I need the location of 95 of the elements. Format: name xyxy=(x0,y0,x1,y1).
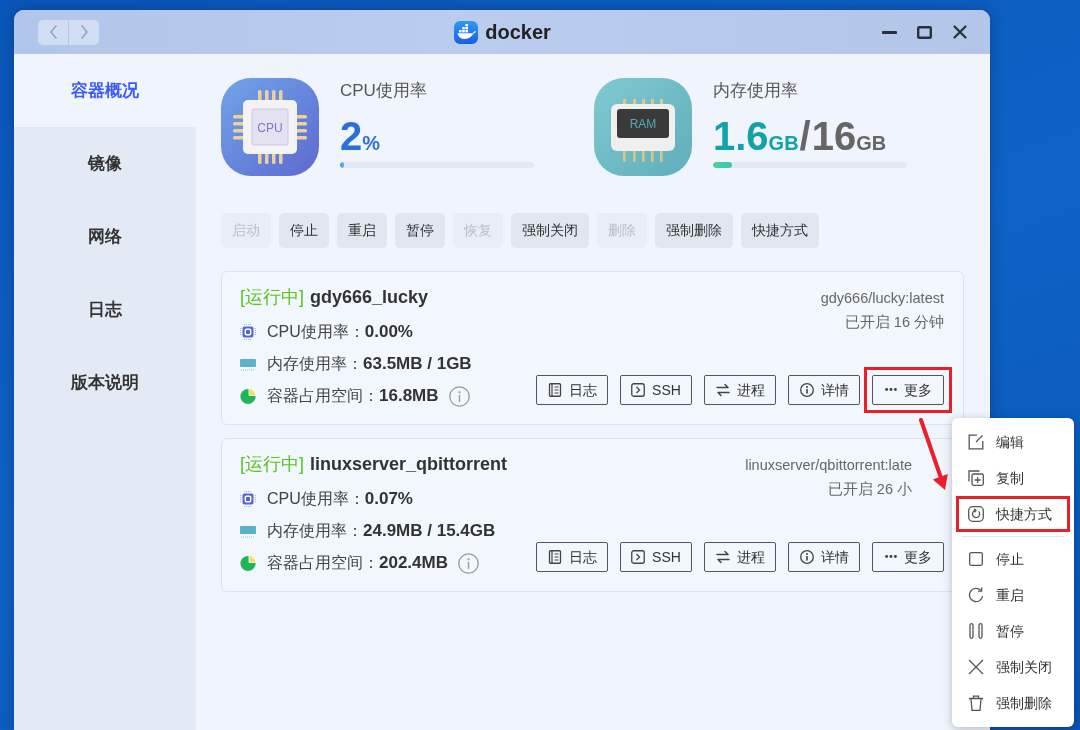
swap-arrows-icon xyxy=(715,383,730,397)
menu-item[interactable]: 强制关闭 xyxy=(956,649,1070,685)
action-button[interactable]: 更多 xyxy=(872,375,944,405)
ellipsis-icon xyxy=(884,388,897,392)
uptime-text: 已开启 16 分钟 xyxy=(844,313,944,332)
ellipsis-icon xyxy=(884,555,897,559)
stat-label: 容器占用空间： xyxy=(267,386,379,406)
close-button[interactable] xyxy=(952,24,967,40)
info-icon xyxy=(799,383,814,397)
action-button[interactable]: 详情 xyxy=(788,375,860,405)
info-icon xyxy=(458,552,479,574)
menu-item[interactable]: 重启 xyxy=(956,577,1070,613)
uptime-text: 已开启 26 小 xyxy=(827,480,912,499)
sidebar-item[interactable]: 日志 xyxy=(14,273,196,346)
action-button[interactable]: 更多 xyxy=(872,542,944,572)
menu-item[interactable]: 强制删除 xyxy=(956,685,1070,721)
action-button[interactable]: SSH xyxy=(620,542,692,572)
total-unit: GB xyxy=(856,131,887,156)
status-label: [运行中] xyxy=(240,287,304,307)
menu-item[interactable]: 停止 xyxy=(956,541,1070,577)
slash-separator: / xyxy=(799,114,811,158)
image-name: linuxserver/qbittorrent:late xyxy=(745,456,912,475)
chip-icon xyxy=(240,324,256,340)
menu-item[interactable]: 快捷方式 xyxy=(956,496,1070,532)
info-icon xyxy=(799,550,814,564)
stat-value: 202.4MB xyxy=(379,552,448,575)
cross-icon xyxy=(968,659,984,675)
stat-value: 63.5MB / 1GB xyxy=(363,353,472,376)
menu-item[interactable]: 编辑 xyxy=(956,424,1070,460)
action-button[interactable]: 进程 xyxy=(704,375,776,405)
image-name: gdy666/lucky:latest xyxy=(820,289,944,308)
stat-label: CPU使用率： xyxy=(267,322,365,342)
info-icon xyxy=(448,385,470,407)
stat-value: 0.00% xyxy=(364,321,413,344)
stat-label: CPU使用率： xyxy=(267,489,365,509)
stat-title: 内存使用率 xyxy=(713,80,799,102)
memory-module-icon: RAM xyxy=(594,78,692,176)
stat-label: 容器占用空间： xyxy=(267,553,379,573)
sidebar-item[interactable]: 镜像 xyxy=(14,127,196,200)
memory-stick-icon xyxy=(240,524,256,538)
usage-value: 2 xyxy=(340,114,363,158)
usage-unit: % xyxy=(362,132,381,156)
menu-item[interactable]: 暂停 xyxy=(956,613,1070,649)
usage-unit: GB xyxy=(768,132,799,156)
usage-value: 1.6 xyxy=(713,114,769,158)
container-name: gdy666_lucky xyxy=(310,287,429,307)
trash-icon xyxy=(968,695,984,711)
memory-stick-icon xyxy=(240,357,256,371)
stat-title: CPU使用率 xyxy=(340,80,428,102)
total-value: 16 xyxy=(811,114,857,158)
close-icon xyxy=(952,25,967,39)
cpu-chip-icon: CPU xyxy=(221,78,319,176)
sidebar-item[interactable]: 网络 xyxy=(14,200,196,273)
swap-arrows-icon xyxy=(715,550,730,564)
container-name: linuxserver_qbittorrent xyxy=(310,454,508,474)
action-button[interactable]: 进程 xyxy=(704,542,776,572)
toolbar-button[interactable]: 快捷方式 xyxy=(741,213,819,248)
toolbar-button[interactable]: 停止 xyxy=(279,213,329,248)
sidebar-item[interactable]: 容器概况 xyxy=(14,54,196,127)
action-button[interactable]: 日志 xyxy=(536,375,608,405)
toolbar-button[interactable]: 重启 xyxy=(337,213,387,248)
stat-value: 16.8MB xyxy=(379,385,439,408)
stat-value: 24.9MB / 15.4GB xyxy=(363,520,496,543)
chip-icon xyxy=(240,491,256,507)
toolbar-button[interactable]: 强制关闭 xyxy=(511,213,589,248)
whale-app-icon xyxy=(454,20,479,44)
action-button[interactable]: 日志 xyxy=(536,542,608,572)
maximize-icon xyxy=(917,25,932,39)
terminal-icon xyxy=(631,383,646,397)
refresh-icon xyxy=(968,587,984,603)
pie-chart-icon xyxy=(240,554,256,572)
document-icon xyxy=(547,383,562,397)
maximize-button[interactable] xyxy=(917,24,932,40)
chevron-right-icon xyxy=(80,25,88,39)
menu-item[interactable]: 复制 xyxy=(956,460,1070,496)
square-icon xyxy=(968,551,984,567)
status-label: [运行中] xyxy=(240,454,304,474)
stat-label: 内存使用率： xyxy=(267,521,363,541)
pie-chart-icon xyxy=(240,387,256,405)
shortcut-icon xyxy=(968,506,984,522)
toolbar-button[interactable]: 暂停 xyxy=(395,213,445,248)
copy-icon xyxy=(968,470,984,486)
window-title: docker xyxy=(485,20,551,45)
toolbar-button[interactable]: 强制删除 xyxy=(655,213,733,248)
minimize-icon xyxy=(882,30,897,34)
document-icon xyxy=(547,550,562,564)
terminal-icon xyxy=(631,550,646,564)
pause-icon xyxy=(968,623,984,639)
stat-label: 内存使用率： xyxy=(267,354,363,374)
edit-icon xyxy=(968,434,984,450)
sidebar-item[interactable]: 版本说明 xyxy=(14,346,196,419)
action-button[interactable]: 详情 xyxy=(788,542,860,572)
stat-value: 0.07% xyxy=(364,488,413,511)
action-button[interactable]: SSH xyxy=(620,375,692,405)
chevron-left-icon xyxy=(49,25,57,39)
